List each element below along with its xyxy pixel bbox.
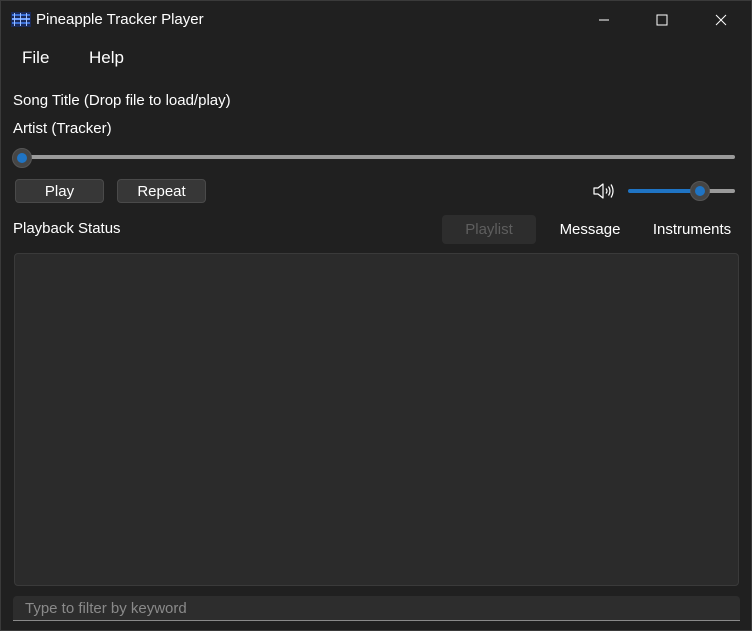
app-window: Pineapple Tracker Player File Help Song … [0, 0, 752, 631]
maximize-button[interactable] [639, 1, 685, 38]
app-logo-icon [11, 12, 31, 27]
filter-input[interactable] [13, 596, 740, 621]
playlist-pane[interactable] [14, 253, 739, 586]
artist-label: Artist (Tracker) [13, 120, 112, 137]
window-title: Pineapple Tracker Player [36, 11, 204, 28]
tab-instruments[interactable]: Instruments [643, 215, 741, 244]
close-icon [715, 14, 727, 25]
repeat-button[interactable]: Repeat [117, 179, 206, 203]
maximize-icon [656, 14, 668, 25]
minimize-icon [599, 19, 609, 20]
menu-file[interactable]: File [22, 48, 49, 68]
title-bar[interactable]: Pineapple Tracker Player [1, 1, 751, 38]
seek-slider-thumb[interactable] [12, 148, 32, 168]
menu-help[interactable]: Help [89, 48, 124, 68]
song-title: Song Title (Drop file to load/play) [13, 92, 231, 109]
seek-slider-track[interactable] [15, 155, 735, 159]
tab-playlist[interactable]: Playlist [442, 215, 536, 244]
playback-status: Playback Status [13, 220, 121, 237]
tab-message[interactable]: Message [549, 215, 631, 244]
speaker-icon[interactable] [592, 182, 614, 200]
menu-bar: File Help [1, 38, 751, 78]
minimize-button[interactable] [581, 1, 627, 38]
volume-slider-thumb[interactable] [690, 181, 710, 201]
close-button[interactable] [698, 1, 744, 38]
play-button[interactable]: Play [15, 179, 104, 203]
